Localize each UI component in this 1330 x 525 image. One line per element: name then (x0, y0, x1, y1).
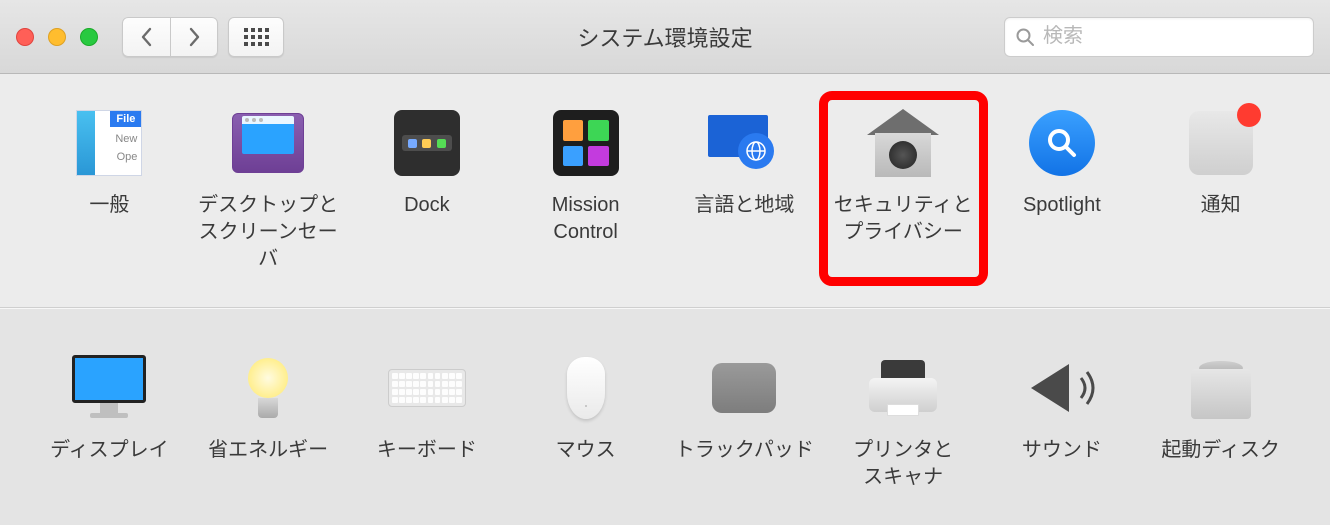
pane-notifications[interactable]: 通知 (1143, 98, 1298, 279)
minimize-window-button[interactable] (48, 28, 66, 46)
preferences-row-2: ディスプレイ 省エネルギー キーボード マウス トラックパッド プリンタとスキャ… (0, 308, 1330, 525)
back-button[interactable] (122, 17, 170, 57)
displays-icon (70, 349, 148, 427)
preferences-row-1: FileNewOpe 一般 デスクトップとスクリーンセーバ Dock Missi… (0, 74, 1330, 308)
pane-label: サウンド (1022, 437, 1102, 464)
forward-button[interactable] (170, 17, 218, 57)
nav-buttons (122, 17, 218, 57)
startup-disk-icon (1182, 349, 1260, 427)
zoom-window-button[interactable] (80, 28, 98, 46)
energy-saver-icon (229, 349, 307, 427)
pane-label: 一般 (89, 192, 129, 219)
pane-label: Spotlight (1023, 192, 1101, 219)
pane-startup-disk[interactable]: 起動ディスク (1143, 343, 1298, 497)
pane-energy-saver[interactable]: 省エネルギー (191, 343, 346, 497)
pane-label: 起動ディスク (1161, 437, 1280, 464)
pane-sound[interactable]: サウンド (984, 343, 1139, 497)
pane-label: トラックパッド (675, 437, 814, 464)
pane-dock[interactable]: Dock (349, 98, 504, 279)
pane-keyboard[interactable]: キーボード (349, 343, 504, 497)
window-controls (16, 28, 98, 46)
titlebar: システム環境設定 (0, 0, 1330, 74)
pane-label: セキュリティとプライバシー (834, 192, 973, 246)
pane-general[interactable]: FileNewOpe 一般 (32, 98, 187, 279)
close-window-button[interactable] (16, 28, 34, 46)
spotlight-icon (1023, 104, 1101, 182)
security-privacy-icon (864, 104, 942, 182)
mission-control-icon (547, 104, 625, 182)
pane-label: Dock (404, 192, 450, 219)
mouse-icon (547, 349, 625, 427)
pane-label: MissionControl (552, 192, 620, 246)
pane-security-privacy[interactable]: セキュリティとプライバシー (826, 98, 981, 279)
search-icon (1015, 27, 1035, 47)
pane-label: マウス (556, 437, 616, 464)
pane-label: デスクトップとスクリーンセーバ (197, 192, 340, 273)
search-input[interactable] (1043, 25, 1303, 48)
pane-label: ディスプレイ (50, 437, 169, 464)
pane-mission-control[interactable]: MissionControl (508, 98, 663, 279)
printers-scanners-icon (864, 349, 942, 427)
pane-printers-scanners[interactable]: プリンタとスキャナ (826, 343, 981, 497)
show-all-button[interactable] (228, 17, 284, 57)
grid-icon (244, 28, 269, 46)
pane-spotlight[interactable]: Spotlight (984, 98, 1139, 279)
pane-label: 通知 (1201, 192, 1241, 219)
pane-language-region[interactable]: 言語と地域 (667, 98, 822, 279)
pane-label: 省エネルギー (208, 437, 328, 464)
pane-label: プリンタとスキャナ (853, 437, 953, 491)
pane-mouse[interactable]: マウス (508, 343, 663, 497)
desktop-icon (229, 104, 307, 182)
trackpad-icon (705, 349, 783, 427)
search-field[interactable] (1004, 17, 1314, 57)
language-region-icon (705, 104, 783, 182)
pane-desktop-screensaver[interactable]: デスクトップとスクリーンセーバ (191, 98, 346, 279)
pane-displays[interactable]: ディスプレイ (32, 343, 187, 497)
pane-trackpad[interactable]: トラックパッド (667, 343, 822, 497)
pane-label: キーボード (377, 437, 477, 464)
dock-icon (388, 104, 466, 182)
notifications-icon (1182, 104, 1260, 182)
pane-label: 言語と地域 (694, 192, 794, 219)
general-icon: FileNewOpe (70, 104, 148, 182)
sound-icon (1023, 349, 1101, 427)
keyboard-icon (388, 349, 466, 427)
